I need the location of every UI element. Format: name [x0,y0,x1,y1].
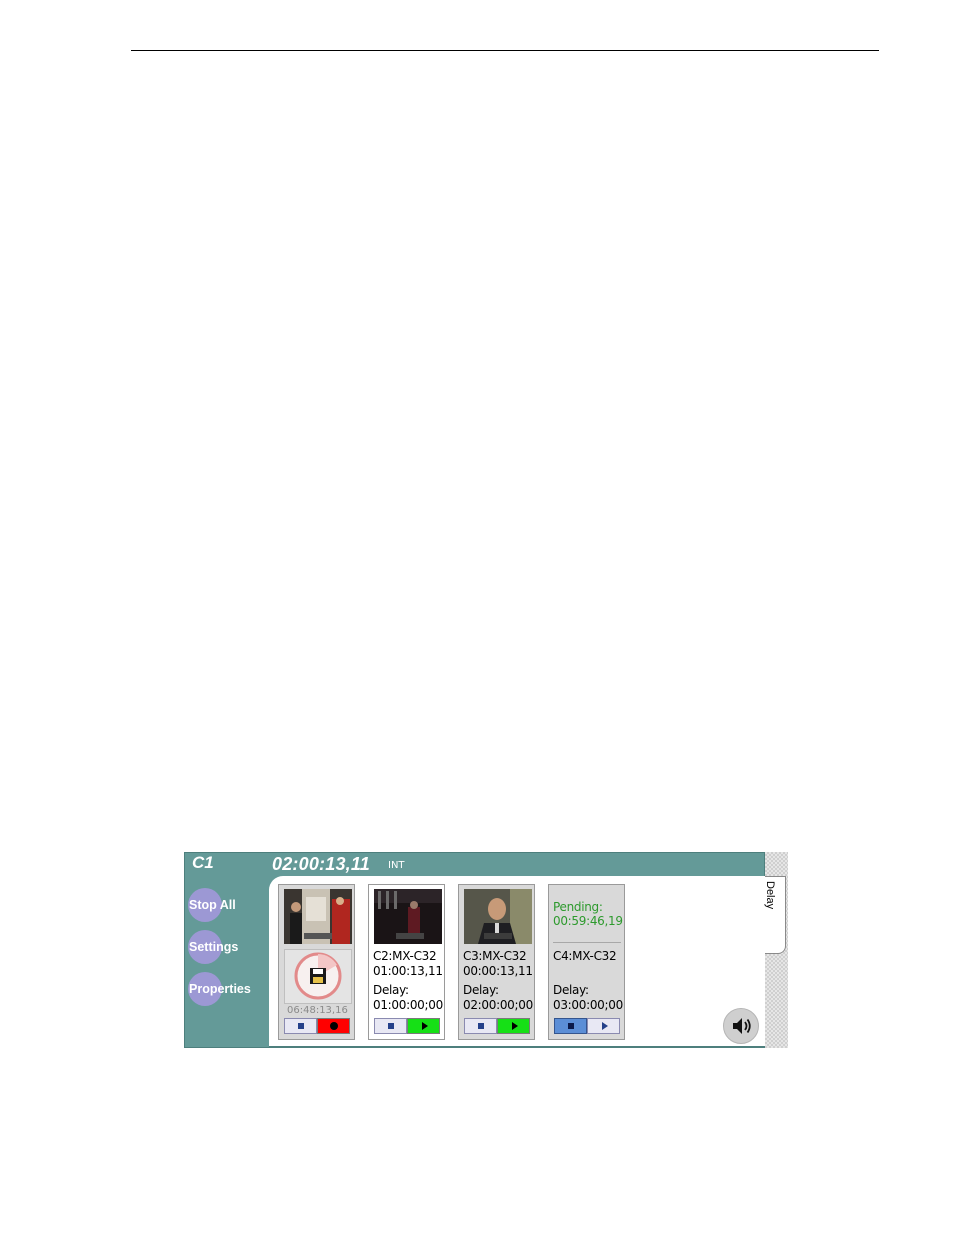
stop-icon[interactable] [284,1018,317,1034]
c4-delay-value: 03:00:00;00 [553,998,623,1012]
record-icon[interactable] [317,1018,350,1034]
stop-icon[interactable] [464,1018,497,1034]
c2-name: C2:MX-C32 [373,949,437,963]
record-progress-area [284,949,352,1004]
delay-control-panel: C1 02:00:13,11 INT Stop All Settings Pro… [184,852,788,1048]
c2-timecode: 01:00:13,11 [373,964,443,978]
c3-delay-label: Delay: [463,983,499,997]
channel-title: C1 [192,853,214,872]
delay-channel-c4: Pending: 00:59:46,19 C4:MX-C32 Delay: 03… [548,884,625,1040]
c3-thumbnail[interactable] [464,889,532,944]
delay-channel-c3: C3:MX-C32 00:00:13,11 Delay: 02:00:00;00 [458,884,535,1040]
play-icon[interactable] [407,1018,440,1034]
c2-delay-value: 01:00:00;00 [373,998,443,1012]
tab-delay[interactable]: Delay [764,876,786,954]
source-label: INT [388,860,405,871]
c4-pending-label: Pending: [553,900,603,914]
stop-icon[interactable] [374,1018,407,1034]
speaker-icon[interactable] [723,1008,759,1044]
page-header-rule [131,50,879,51]
c3-delay-value: 02:00:00;00 [463,998,533,1012]
floppy-disk-icon [294,952,342,1000]
c3-name: C3:MX-C32 [463,949,527,963]
delay-channel-c2: C2:MX-C32 01:00:13,11 Delay: 01:00:00;00 [368,884,445,1040]
play-icon[interactable] [497,1018,530,1034]
properties-label[interactable]: Properties [189,982,251,996]
c3-timecode: 00:00:13,11 [463,964,533,978]
record-timecode: 06:48:13,16 [287,1005,348,1016]
c4-delay-label: Delay: [553,983,589,997]
main-timecode: 02:00:13,11 [272,854,370,874]
c2-thumbnail[interactable] [374,889,442,944]
stop-icon[interactable] [554,1018,587,1034]
tab-delay-label[interactable]: Delay [764,881,776,909]
channel-area-bottom-edge [269,1046,765,1048]
c2-delay-label: Delay: [373,983,409,997]
c4-name: C4:MX-C32 [553,949,617,963]
c4-pending-timecode: 00:59:46,19 [553,914,623,928]
record-channel: 06:48:13,16 [278,884,355,1040]
stop-all-label[interactable]: Stop All [189,898,236,912]
settings-label[interactable]: Settings [189,940,238,954]
record-thumbnail[interactable] [284,889,352,944]
play-icon[interactable] [587,1018,620,1034]
c4-divider [553,942,621,943]
